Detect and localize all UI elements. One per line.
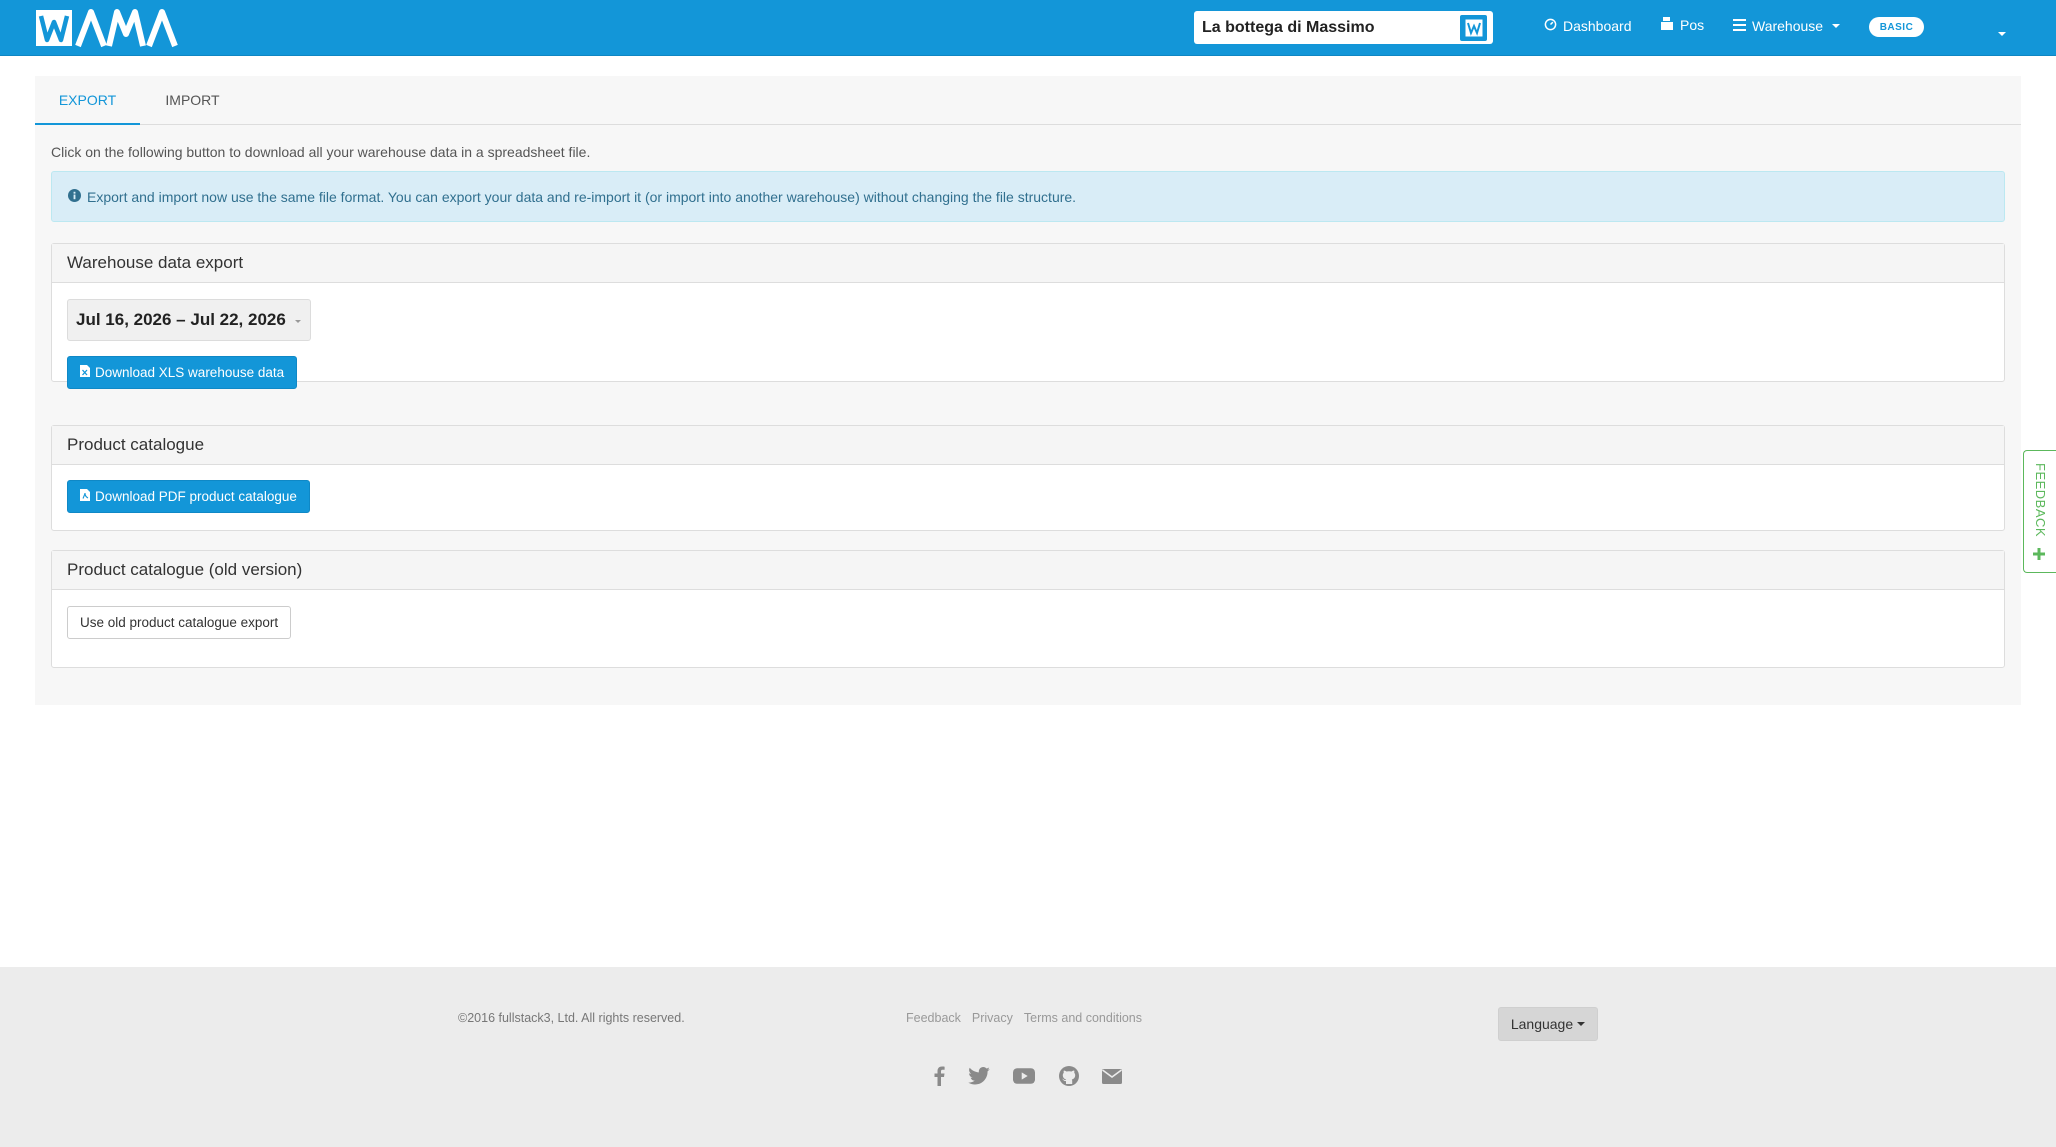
nav-dashboard-label: Dashboard (1563, 18, 1632, 34)
nav-warehouse-dropdown[interactable]: Warehouse (1733, 18, 1841, 34)
menu-bars-icon (1733, 18, 1746, 34)
footer: ©2016 fullstack3, Ltd. All rights reserv… (0, 967, 2056, 1147)
warehouse-export-title: Warehouse data export (52, 244, 2004, 283)
date-range-value: Jul 16, 2026 – Jul 22, 2026 (76, 310, 286, 329)
date-range-picker[interactable]: Jul 16, 2026 – Jul 22, 2026 (67, 299, 311, 341)
footer-links: Feedback Privacy Terms and conditions (906, 1011, 1142, 1025)
copyright-text: ©2016 fullstack3, Ltd. All rights reserv… (458, 1011, 685, 1025)
info-circle-icon (68, 188, 81, 205)
nav-pos[interactable]: Pos (1660, 17, 1704, 33)
chevron-down-icon (1998, 32, 2006, 36)
youtube-icon[interactable] (1011, 1063, 1037, 1089)
chevron-down-icon (1577, 1022, 1586, 1026)
intro-text: Click on the following button to downloa… (51, 144, 591, 160)
product-catalogue-card: Product catalogue Download PDF product c… (51, 425, 2005, 531)
feedback-tab[interactable]: FEEDBACK (2023, 450, 2056, 573)
download-pdf-label: Download PDF product catalogue (95, 489, 297, 504)
nav-pos-label: Pos (1680, 17, 1705, 33)
nav-dashboard[interactable]: Dashboard (1544, 18, 1632, 34)
wama-logo[interactable] (36, 7, 194, 49)
plus-icon (2033, 547, 2045, 565)
feedback-tab-label: FEEDBACK (2033, 463, 2048, 538)
info-alert: Export and import now use the same file … (51, 171, 2005, 222)
tab-import[interactable]: IMPORT (140, 76, 245, 124)
old-catalogue-export-button[interactable]: Use old product catalogue export (67, 606, 292, 639)
footer-link-terms[interactable]: Terms and conditions (1024, 1011, 1142, 1025)
old-catalogue-title: Product catalogue (old version) (52, 551, 2004, 590)
cash-register-icon (1660, 17, 1674, 33)
footer-link-feedback[interactable]: Feedback (906, 1011, 961, 1025)
chevron-down-icon (1832, 24, 1841, 28)
facebook-icon[interactable] (926, 1063, 952, 1089)
footer-link-privacy[interactable]: Privacy (972, 1011, 1013, 1025)
store-name: La bottega di Massimo (1202, 19, 1375, 36)
info-alert-text: Export and import now use the same file … (87, 188, 1077, 205)
tab-export[interactable]: EXPORT (35, 76, 140, 125)
file-pdf-icon (80, 489, 90, 504)
dashboard-icon (1544, 18, 1557, 34)
twitter-icon[interactable] (966, 1063, 992, 1089)
chevron-down-icon (295, 320, 301, 323)
language-label: Language (1510, 1016, 1574, 1032)
top-navbar: La bottega di Massimo Dashboard Pos Ware… (0, 0, 2056, 56)
user-menu-toggle[interactable] (1995, 23, 2006, 41)
envelope-icon[interactable] (1099, 1063, 1125, 1089)
tab-bar: EXPORT IMPORT (35, 76, 2021, 125)
old-catalogue-card: Product catalogue (old version) Use old … (51, 550, 2005, 668)
language-dropdown[interactable]: Language (1498, 1007, 1598, 1041)
warehouse-export-card: Warehouse data export Jul 16, 2026 – Jul… (51, 243, 2005, 389)
download-pdf-button[interactable]: Download PDF product catalogue (67, 480, 310, 513)
file-excel-icon (80, 365, 90, 380)
product-catalogue-title: Product catalogue (52, 426, 2004, 465)
github-icon[interactable] (1056, 1063, 1082, 1089)
download-xls-button[interactable]: Download XLS warehouse data (67, 356, 298, 389)
nav-warehouse-label: Warehouse (1752, 18, 1824, 34)
store-logo-icon (1460, 15, 1487, 41)
wama-logo-mark (36, 9, 178, 48)
download-xls-label: Download XLS warehouse data (95, 365, 285, 380)
plan-badge: BASIC (1869, 17, 1924, 37)
export-import-panel: EXPORT IMPORT Click on the following but… (35, 76, 2021, 705)
store-selector[interactable]: La bottega di Massimo (1194, 11, 1493, 44)
